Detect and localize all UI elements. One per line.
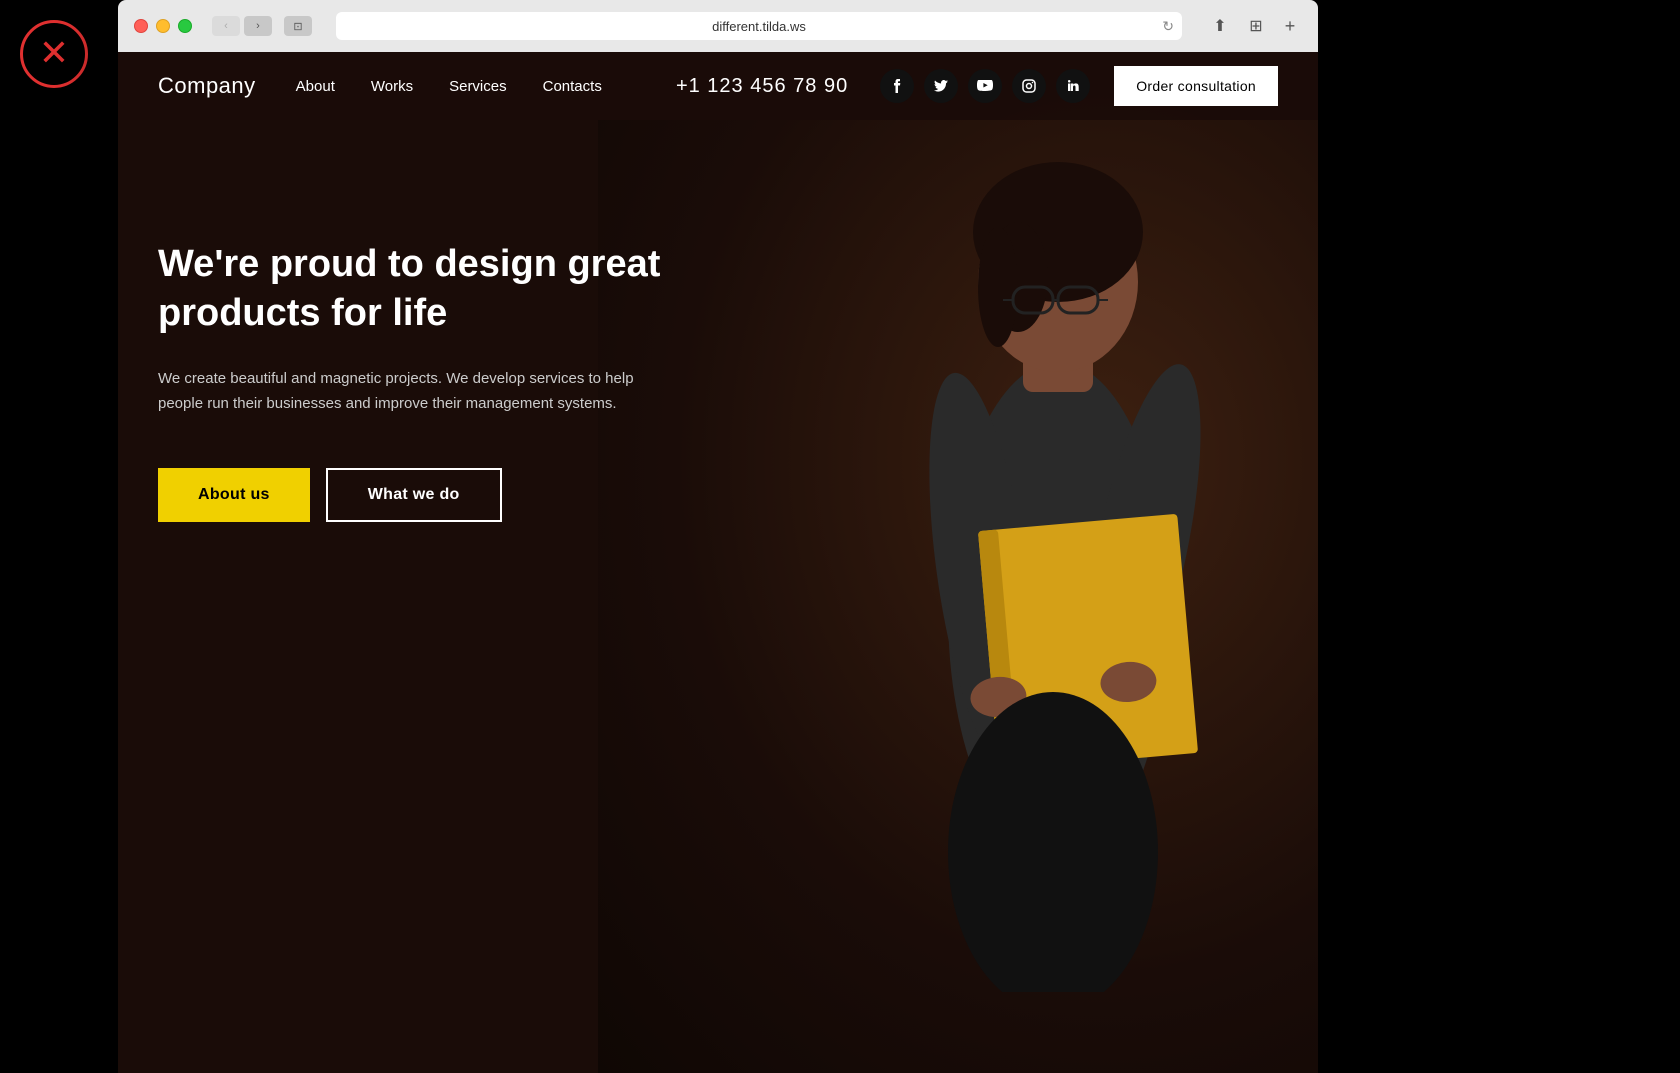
twitter-icon[interactable] [924, 69, 958, 103]
hero-title: We're proud to design great products for… [158, 240, 718, 339]
error-indicator: ✕ [20, 20, 88, 88]
nav-link-about[interactable]: About [296, 78, 335, 95]
nav-link-works[interactable]: Works [371, 78, 413, 95]
minimize-button[interactable] [156, 19, 170, 33]
hero-content: We're proud to design great products for… [118, 120, 758, 582]
youtube-icon[interactable] [968, 69, 1002, 103]
nav-links: About Works Services Contacts [296, 78, 602, 95]
error-x-icon: ✕ [39, 35, 69, 71]
navbar: Company About Works Services Contacts +1… [118, 52, 1318, 120]
what-we-do-button[interactable]: What we do [326, 468, 502, 522]
website-content: Company About Works Services Contacts +1… [118, 52, 1318, 1073]
hero-buttons: About us What we do [158, 468, 718, 522]
social-icons [880, 69, 1090, 103]
new-tab-button[interactable]: + [1278, 14, 1302, 38]
brand-logo[interactable]: Company [158, 73, 256, 99]
hero-subtitle: We create beautiful and magnetic project… [158, 367, 678, 417]
linkedin-icon[interactable] [1056, 69, 1090, 103]
facebook-icon[interactable] [880, 69, 914, 103]
person-illustration [838, 92, 1258, 992]
forward-button[interactable]: › [244, 16, 272, 36]
about-us-button[interactable]: About us [158, 468, 310, 522]
grid-button[interactable]: ⊞ [1242, 16, 1270, 36]
close-button[interactable] [134, 19, 148, 33]
sidebar-button[interactable]: ⊡ [284, 16, 312, 36]
traffic-lights [134, 19, 192, 33]
browser-window: ‹ › ⊡ different.tilda.ws ↻ ⬆ ⊞ + [118, 0, 1318, 1073]
maximize-button[interactable] [178, 19, 192, 33]
share-button[interactable]: ⬆ [1206, 16, 1234, 36]
instagram-icon[interactable] [1012, 69, 1046, 103]
nav-link-contacts[interactable]: Contacts [543, 78, 602, 95]
order-consultation-button[interactable]: Order consultation [1114, 66, 1278, 106]
phone-number[interactable]: +1 123 456 78 90 [676, 75, 848, 98]
toolbar-right: ⬆ ⊞ + [1206, 14, 1302, 38]
refresh-button[interactable]: ↻ [1162, 18, 1174, 35]
address-bar[interactable]: different.tilda.ws ↻ [336, 12, 1182, 40]
browser-nav-buttons: ‹ › [212, 16, 272, 36]
url-text: different.tilda.ws [712, 19, 806, 34]
title-bar: ‹ › ⊡ different.tilda.ws ↻ ⬆ ⊞ + [118, 0, 1318, 52]
back-button[interactable]: ‹ [212, 16, 240, 36]
nav-link-services[interactable]: Services [449, 78, 507, 95]
